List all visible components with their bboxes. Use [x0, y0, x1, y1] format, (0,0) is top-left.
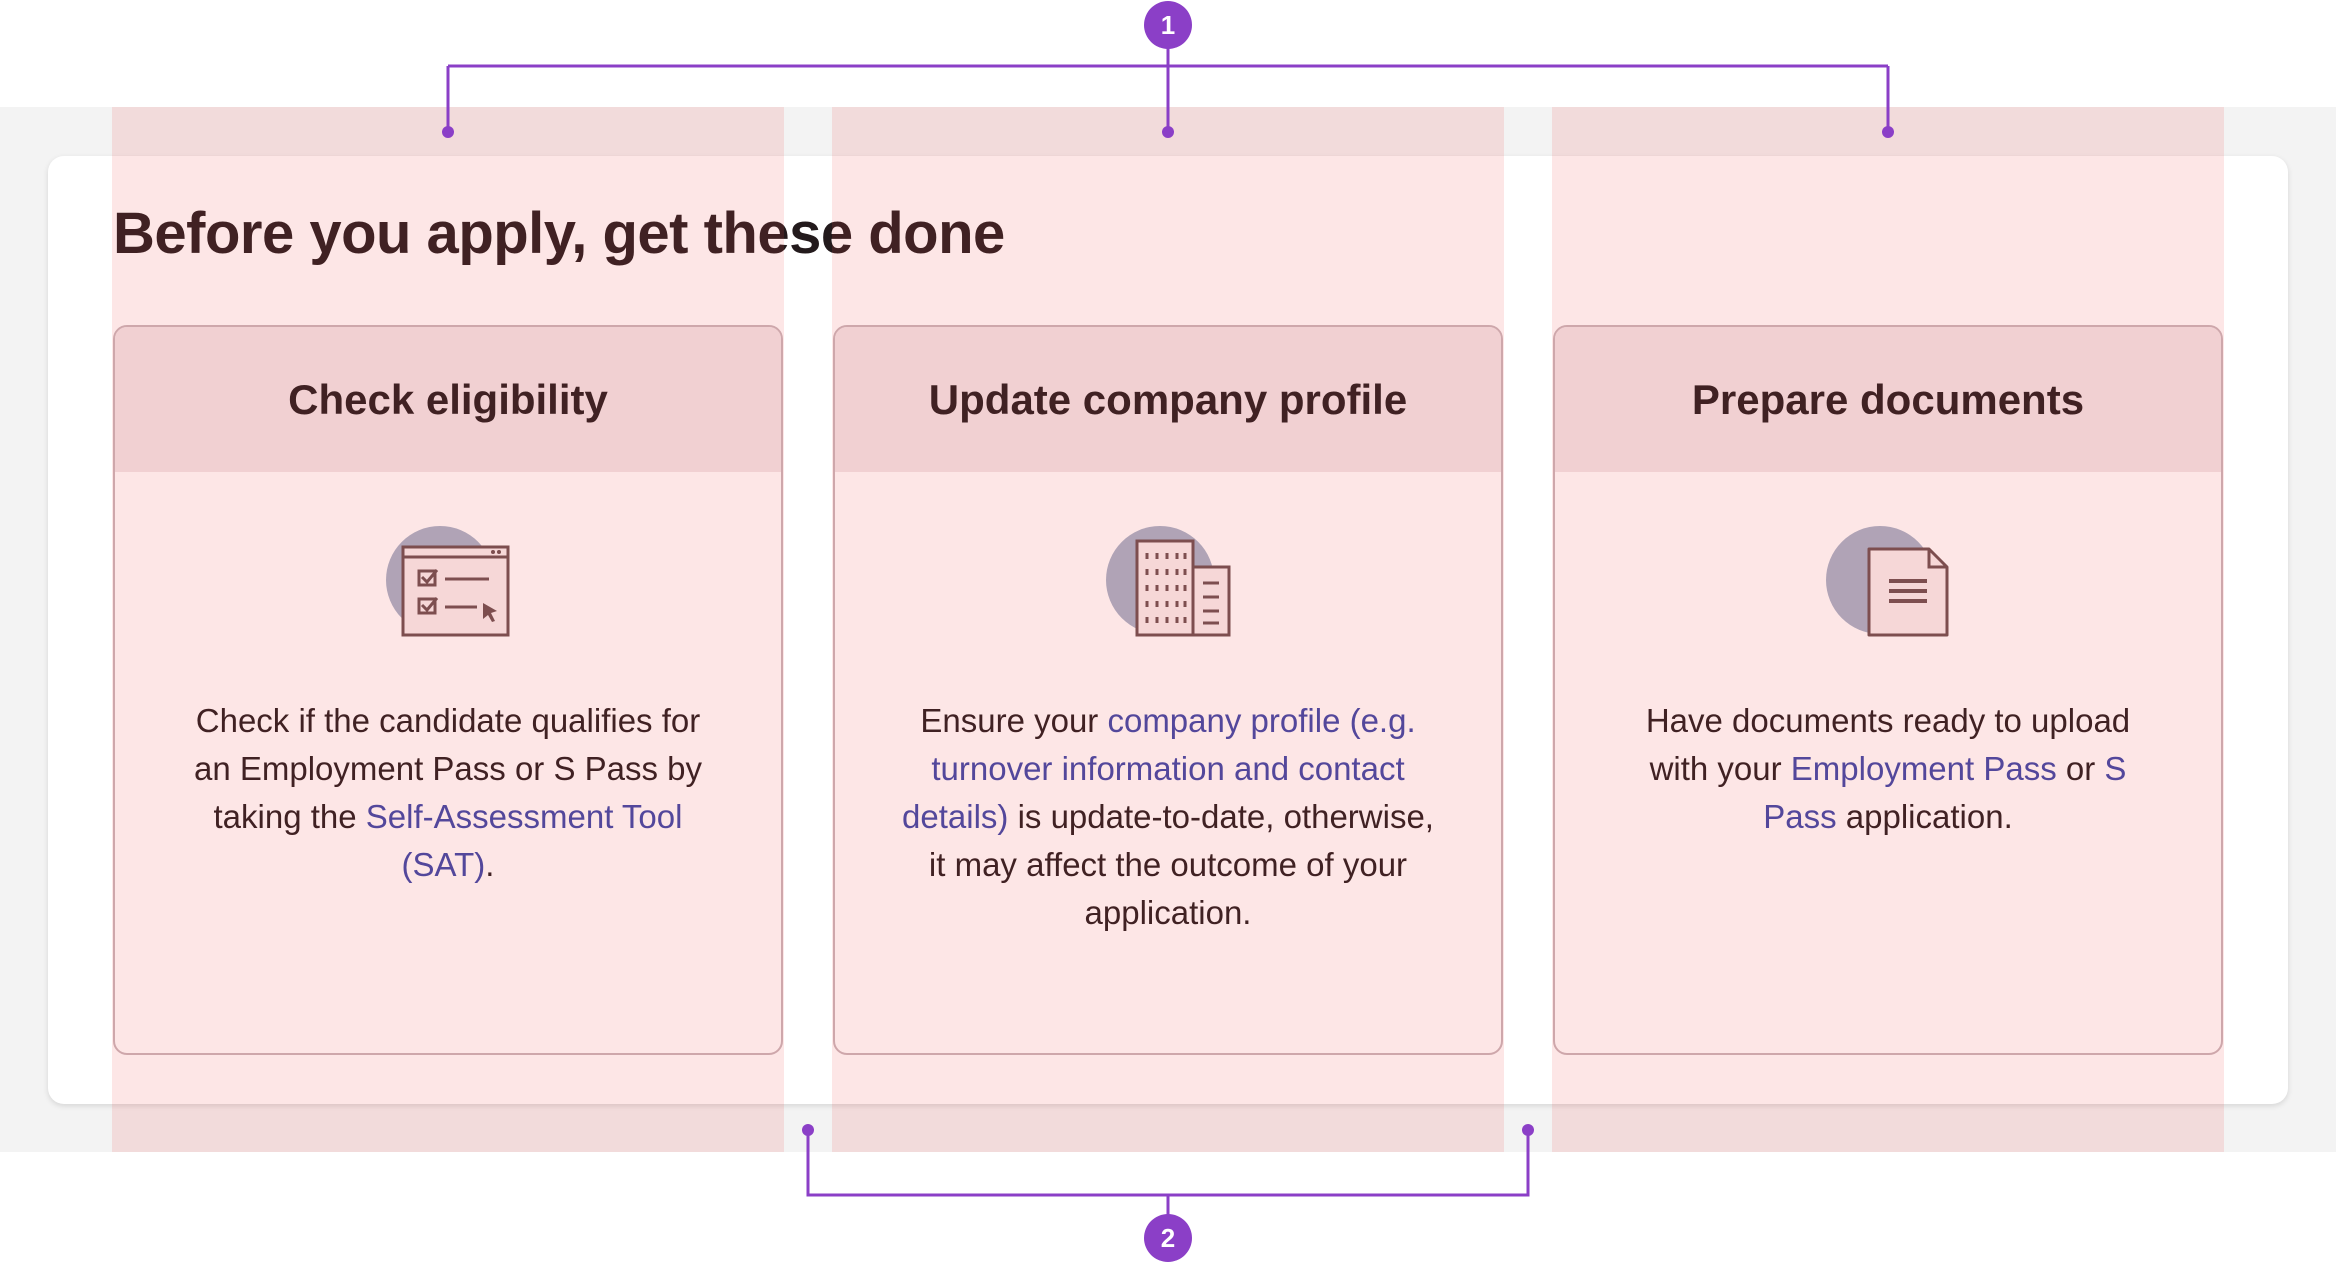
tile-header: Update company profile [835, 327, 1501, 472]
tile-check-eligibility: Check eligibility Check if the candidate… [113, 325, 783, 1055]
annotation-badge-2: 2 [1144, 1214, 1192, 1262]
tile-update-company-profile: Update company profile Ensure your compa… [833, 325, 1503, 1055]
employment-pass-link[interactable]: Employment Pass [1791, 750, 2057, 787]
tile-prepare-documents: Prepare documents Have documents ready t… [1553, 325, 2223, 1055]
tile-title: Check eligibility [288, 375, 608, 423]
annotation-badge-1: 1 [1144, 1, 1192, 49]
building-icon [1105, 525, 1235, 645]
sat-link[interactable]: Self-Assessment Tool (SAT) [366, 798, 683, 883]
tile-title: Update company profile [928, 375, 1408, 423]
tile-description: Check if the candidate qualifies for an … [193, 702, 703, 883]
tile-header: Prepare documents [1555, 327, 2221, 472]
document-icon [1825, 525, 1955, 645]
tile-description: Ensure your company profile (e.g. turnov… [902, 702, 1434, 931]
checklist-icon [385, 525, 515, 645]
tile-title: Prepare documents [1691, 375, 2085, 423]
tile-header: Check eligibility [115, 327, 781, 472]
page-title: Before you apply, get these done [113, 201, 1005, 266]
tile-description: Have documents ready to upload with your… [1645, 702, 2131, 835]
